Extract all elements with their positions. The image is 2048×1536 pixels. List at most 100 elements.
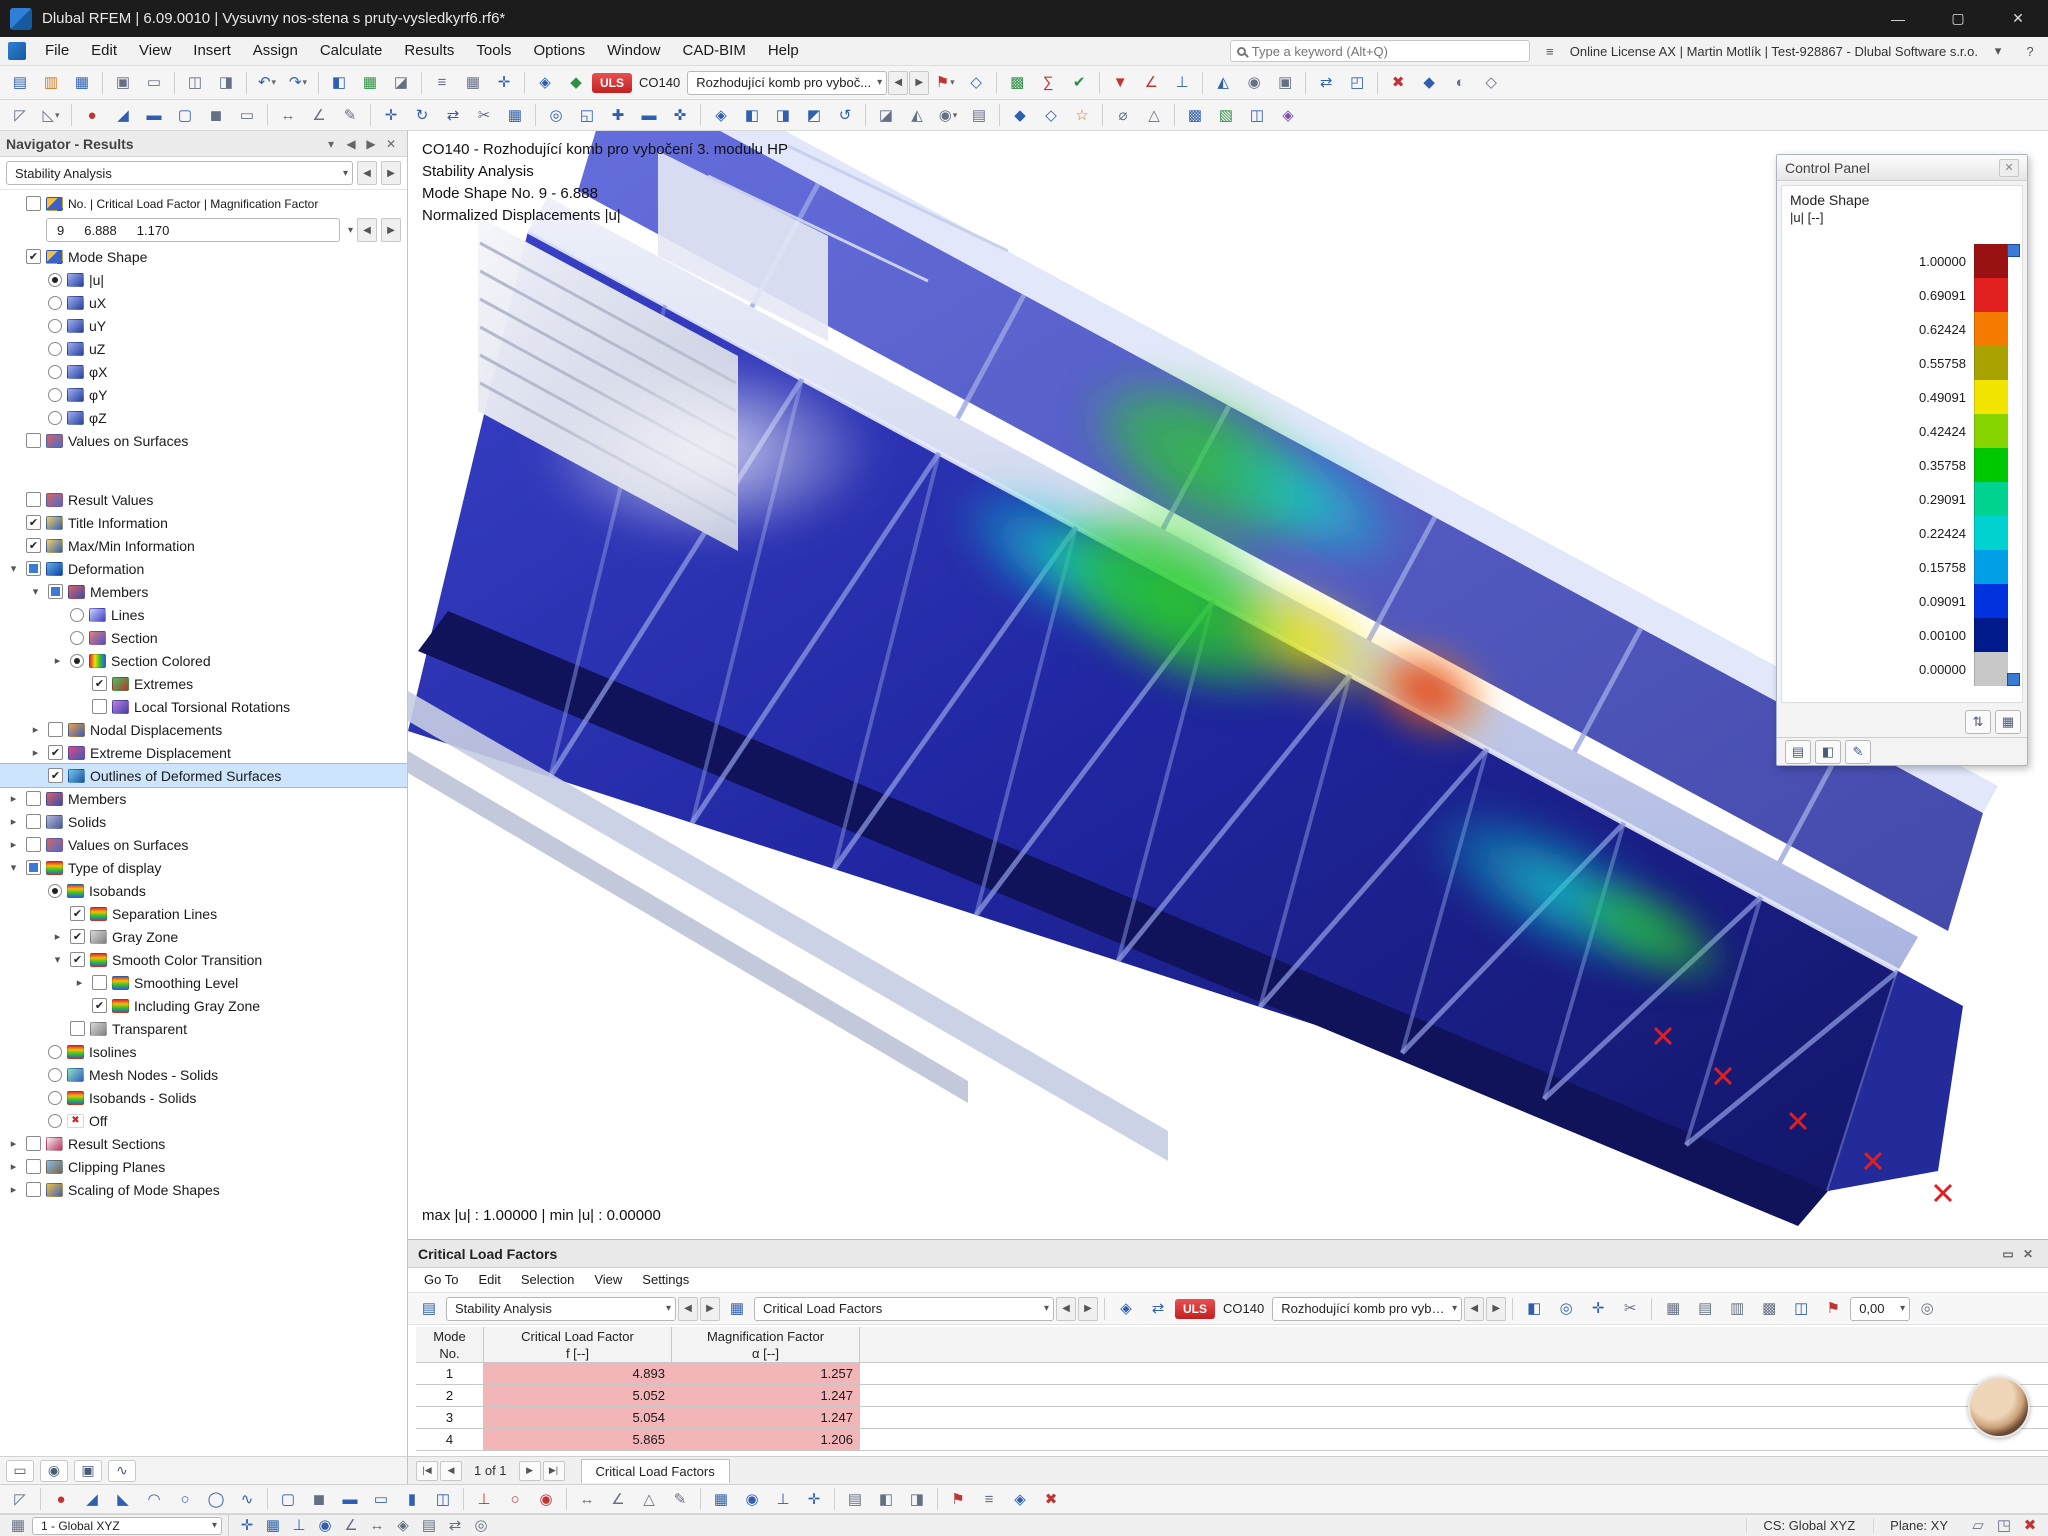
checkbox-scaling-of-mode-shapes[interactable] [26, 1182, 41, 1197]
panels-toggle-button[interactable]: ◪ [386, 70, 416, 96]
osnap-toggle-button[interactable]: ◉ [313, 1517, 337, 1535]
render-toggle-status-button[interactable]: ◈ [391, 1517, 415, 1535]
tree-item-values-on-surfaces[interactable]: ▸ Values on Surfaces [0, 833, 407, 856]
menu-calculate[interactable]: Calculate [309, 37, 394, 65]
panel-combo-next-button[interactable]: ▶ [1486, 1296, 1507, 1321]
checkbox-members[interactable] [26, 791, 41, 806]
draw-circle-button[interactable]: ○ [170, 1486, 200, 1512]
results-colored-button[interactable]: ◆ [561, 70, 591, 96]
radio-phi-y[interactable] [48, 387, 62, 402]
panel-menu-edit[interactable]: Edit [468, 1268, 510, 1292]
supports-button[interactable]: ⊥ [1167, 70, 1197, 96]
dim-linear-button[interactable]: ↔ [572, 1486, 602, 1512]
ortho-mode-button[interactable]: ⊥ [768, 1486, 798, 1512]
relations-button[interactable]: ◧ [1519, 1296, 1549, 1322]
draw-spline-button[interactable]: ∿ [232, 1486, 262, 1512]
member-hinge-button[interactable]: ◉ [531, 1486, 561, 1512]
draw-surface-button[interactable]: ▢ [273, 1486, 303, 1512]
draw-ellipse-button[interactable]: ◯ [201, 1486, 231, 1512]
ortho-toggle-button[interactable]: ⊥ [287, 1517, 311, 1535]
view-x-button[interactable]: ◧ [737, 102, 767, 128]
tree-item-clipping-planes[interactable]: ▸ Clipping Planes [0, 1155, 407, 1178]
menu-edit[interactable]: Edit [80, 37, 128, 65]
tree-item-phi-x[interactable]: φX [0, 360, 407, 383]
checkbox-clipping-planes[interactable] [26, 1159, 41, 1174]
coordinate-system-combo[interactable]: 1 - Global XYZ ▾ [32, 1516, 222, 1535]
new-line-button[interactable]: ◢ [108, 102, 138, 128]
combo-prev-button[interactable]: ◀ [888, 70, 909, 95]
checkbox-mode-shape[interactable]: ✔ [26, 249, 41, 264]
measure-tool-button[interactable]: ⌀ [1108, 102, 1138, 128]
rotate-view-button[interactable]: ↺ [830, 102, 860, 128]
table-select-button[interactable]: ▦ [722, 1296, 752, 1322]
check-design-button[interactable]: ✔ [1064, 70, 1094, 96]
tables-toggle-button[interactable]: ▦ [355, 70, 385, 96]
checkbox-maxmin-information[interactable]: ✔ [26, 538, 41, 553]
draw-beam-button[interactable]: ▭ [366, 1486, 396, 1512]
snap-node-button[interactable]: ◉ [737, 1486, 767, 1512]
tree-item-lines[interactable]: Lines [0, 603, 407, 626]
checkbox-clf-header[interactable] [26, 196, 41, 211]
new-node-button[interactable]: ● [77, 102, 107, 128]
sync-view-button[interactable]: ◈ [1111, 1296, 1141, 1322]
search-scope-icon[interactable]: ≡ [1538, 40, 1562, 62]
radio-section[interactable] [70, 630, 84, 645]
display-factors-tab[interactable]: ✎ [1845, 739, 1871, 764]
expand-open-icon[interactable]: ▾ [28, 585, 43, 598]
panel-options-icon[interactable]: ▾ [1986, 40, 2010, 62]
zoom-all-button[interactable]: ◎ [541, 102, 571, 128]
tree-item-mesh-nodes-solids[interactable]: Mesh Nodes - Solids [0, 1063, 407, 1086]
expand-closed-icon[interactable]: ▸ [28, 723, 43, 736]
tree-item-transparent[interactable]: Transparent [0, 1017, 407, 1040]
tree-item-deformation[interactable]: ▾ Deformation [0, 557, 407, 580]
edit-select-button[interactable]: ◸ [5, 1486, 35, 1512]
panel-combo-prev-button[interactable]: ◀ [1464, 1296, 1485, 1321]
coordinate-system-icon-button[interactable]: ▦ [6, 1517, 30, 1535]
radio-isobands-solids[interactable] [48, 1090, 62, 1105]
open-model-button[interactable]: ▥ [36, 70, 66, 96]
tree-item-isobands-solids[interactable]: Isobands - Solids [0, 1086, 407, 1109]
tree-item-section-colored[interactable]: ▸ Section Colored [0, 649, 407, 672]
analysis-next-button[interactable]: ▶ [381, 161, 401, 185]
checkbox-extreme-displacement[interactable]: ✔ [48, 745, 63, 760]
dim-elevation-button[interactable]: △ [634, 1486, 664, 1512]
table-view-2-button[interactable]: ▤ [1690, 1296, 1720, 1322]
radio-section-colored[interactable] [70, 653, 84, 668]
result-filter-button[interactable]: ⚑ ▾ [930, 70, 960, 96]
link-model-button[interactable]: ⇄ [1311, 70, 1341, 96]
shadow-mode-button[interactable]: ◐ [1445, 70, 1475, 96]
tree-item-clf-header[interactable]: No. | Critical Load Factor | Magnificati… [0, 192, 407, 215]
menu-tools[interactable]: Tools [465, 37, 522, 65]
tree-item-phi-z[interactable]: φZ [0, 406, 407, 429]
navigator-next-icon[interactable]: ▶ [361, 137, 381, 151]
expand-closed-icon[interactable]: ▸ [72, 976, 87, 989]
angle-toggle-button[interactable]: ∠ [339, 1517, 363, 1535]
color-scale-settings-button[interactable]: ▧ [1211, 102, 1241, 128]
imperfections-button[interactable]: ∠ [1136, 70, 1166, 96]
generate-mesh-button[interactable]: ▩ [1002, 70, 1032, 96]
snap-button[interactable]: ✛ [489, 70, 519, 96]
table-tab[interactable]: Critical Load Factors [580, 1458, 730, 1483]
tree-item-section[interactable]: Section [0, 626, 407, 649]
tree-item-result-values[interactable]: Result Values [0, 488, 407, 511]
sync-toggle-button[interactable]: ⇄ [443, 1517, 467, 1535]
radio-uz[interactable] [48, 341, 62, 356]
sync-selection-button[interactable]: ⇄ [1143, 1296, 1173, 1322]
camera-view-button[interactable]: ▣ [1270, 70, 1300, 96]
table-view-1-button[interactable]: ▦ [1658, 1296, 1688, 1322]
loads-button[interactable]: ▼ [1105, 70, 1135, 96]
annotation-button[interactable]: ✎ [335, 102, 365, 128]
expand-closed-icon[interactable]: ▸ [50, 654, 65, 667]
tree-item-result-sections[interactable]: ▸ Result Sections [0, 1132, 407, 1155]
expand-open-icon[interactable]: ▾ [50, 953, 65, 966]
flag-marks-button[interactable]: ⚑ [943, 1486, 973, 1512]
table-combo[interactable]: Critical Load Factors ▾ [754, 1296, 1054, 1321]
panel-menu-settings[interactable]: Settings [632, 1268, 699, 1292]
expand-open-icon[interactable]: ▾ [6, 861, 21, 874]
tree-item-title-information[interactable]: ✔ Title Information [0, 511, 407, 534]
clipping-box-button[interactable]: ◪ [871, 102, 901, 128]
tree-item-uy[interactable]: uY [0, 314, 407, 337]
prev-page-button[interactable]: ◀ [440, 1460, 462, 1481]
maximize-button[interactable]: ▢ [1928, 0, 1988, 37]
analysis-type-button[interactable]: ▤ [414, 1296, 444, 1322]
